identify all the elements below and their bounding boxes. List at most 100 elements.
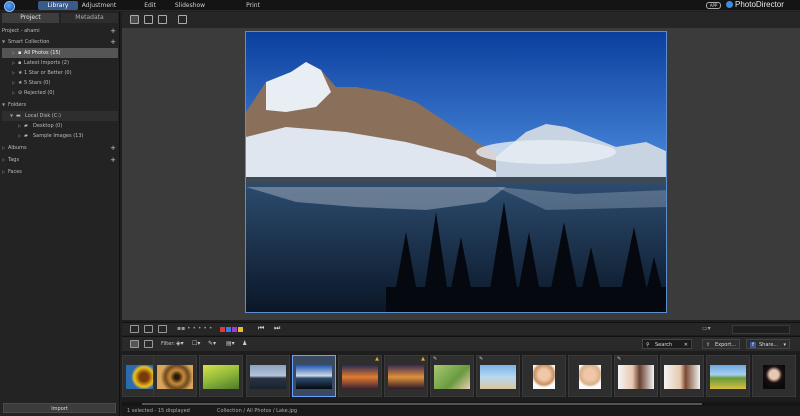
clear-search-icon[interactable]: ✕: [684, 340, 688, 350]
rating-stars-icon[interactable]: ▪▪ • • • • •: [177, 325, 212, 332]
thumbnail-field[interactable]: [199, 355, 243, 397]
tab-edit[interactable]: Edit: [140, 1, 160, 10]
tab-library[interactable]: Library: [38, 1, 78, 10]
thumbnail-woman-lying-2[interactable]: [660, 355, 704, 397]
thumbnail-image: [710, 365, 746, 389]
chevron-down-icon[interactable]: ▾: [783, 340, 786, 350]
tab-print[interactable]: Print: [245, 1, 261, 10]
label-red-icon[interactable]: [220, 327, 225, 332]
app-badge[interactable]: APP: [706, 2, 721, 9]
thumbnail-image: [618, 365, 654, 389]
smart-item-1-star[interactable]: ▷ ★ 1 Star or Better (0): [2, 68, 118, 78]
thumbnail-portrait-1[interactable]: [522, 355, 566, 397]
thumbnail-image: [157, 365, 193, 389]
edited-pencil-icon: ✎: [433, 356, 438, 362]
albums-header[interactable]: ▷ Albums +: [2, 143, 118, 153]
selection-count: 1 selected - 15 displayed: [127, 408, 190, 414]
tags-header[interactable]: ▷ Tags +: [2, 155, 118, 165]
add-album-icon[interactable]: +: [110, 143, 116, 153]
thumbnail-woman-grass[interactable]: ✎: [430, 355, 474, 397]
zoom-menu-icon[interactable]: ▭▾: [702, 325, 711, 332]
import-button[interactable]: Import: [3, 403, 116, 413]
folders-header[interactable]: ▼ Folders: [2, 100, 118, 110]
people-icon[interactable]: ♟: [242, 340, 247, 347]
filter-flag-icon[interactable]: ◈▾: [176, 340, 184, 347]
scrollbar-thumb[interactable]: [142, 403, 702, 405]
compare-view-icon[interactable]: [158, 15, 167, 24]
thumbnail-dark-portrait[interactable]: [752, 355, 796, 397]
layout-triple-icon[interactable]: [158, 325, 167, 333]
grid-view-icon[interactable]: [130, 15, 139, 24]
thumbnail-beach-family[interactable]: ✎: [476, 355, 520, 397]
thumbnail-view-icon[interactable]: [130, 340, 139, 348]
thumbnail-pier[interactable]: [246, 355, 290, 397]
brand-logo-icon: [726, 1, 733, 8]
thumbnail-image: [434, 365, 470, 389]
project-name-row: Project - ahami +: [2, 26, 118, 36]
folder-icon: ▰: [24, 123, 28, 129]
folder-icon: ▰: [24, 133, 28, 139]
filter-sort-icon[interactable]: ▤▾: [226, 340, 235, 347]
add-project-icon[interactable]: +: [110, 26, 116, 36]
label-blue-icon[interactable]: [226, 327, 231, 332]
label-yellow-icon[interactable]: [238, 327, 243, 332]
main-photo[interactable]: [245, 31, 667, 313]
thumbnail-lake-selected[interactable]: [292, 355, 336, 397]
smart-item-rejected[interactable]: ▷ ⊘ Rejected (0): [2, 88, 118, 98]
label-purple-icon[interactable]: [232, 327, 237, 332]
brand-title: PhotoDirector: [726, 0, 784, 9]
folder-local-disk[interactable]: ▼ ▬ Local Disk (C:): [2, 111, 118, 121]
thumbnail-image: [664, 365, 700, 389]
thumbnail-sunset-2[interactable]: ▲: [384, 355, 428, 397]
filter-label: Filter:: [161, 341, 175, 347]
edited-pencil-icon: ✎: [479, 356, 484, 362]
layout-single-icon[interactable]: [130, 325, 139, 333]
share-button[interactable]: f Share... ▾: [746, 339, 790, 349]
layout-double-icon[interactable]: [144, 325, 153, 333]
folder-sample-images[interactable]: ▷ ▰ Sample Images (13): [2, 131, 118, 141]
status-bar: 1 selected - 15 displayed Collection / A…: [122, 406, 800, 416]
smart-item-5-stars[interactable]: ▷ ★ 5 Stars (0): [2, 78, 118, 88]
zoom-slider[interactable]: [732, 325, 790, 334]
add-smart-collection-icon[interactable]: +: [110, 37, 116, 47]
rotate-right-icon[interactable]: ⏭: [274, 324, 280, 333]
faces-header[interactable]: ▷ Faces: [2, 167, 118, 177]
lake-photo-image: [246, 32, 666, 312]
fullscreen-icon[interactable]: [178, 15, 187, 24]
filter-rating-icon[interactable]: ☐▾: [192, 340, 200, 347]
thumbnail-image: [342, 365, 378, 389]
warning-icon: ▲: [421, 356, 425, 362]
thumbnail-image: [480, 365, 516, 389]
rotate-left-icon[interactable]: ⏮: [258, 324, 264, 333]
thumbnail-image: [203, 365, 239, 389]
tab-project[interactable]: Project: [2, 13, 59, 23]
view-options-bar: ▪▪ • • • • • ⏮ ⏭ ▭▾: [122, 322, 800, 335]
app-logo-icon: [4, 1, 15, 12]
list-view-icon[interactable]: [144, 340, 153, 348]
thumbnail-image: [250, 365, 286, 389]
add-tag-icon[interactable]: +: [110, 155, 116, 165]
folder-desktop[interactable]: ▷ ▰ Desktop (0): [2, 121, 118, 131]
thumbnail-spiral[interactable]: [153, 355, 197, 397]
smart-collection-header[interactable]: ▼ Smart Collection +: [2, 37, 118, 47]
thumbnail-portrait-2[interactable]: [568, 355, 612, 397]
thumbnail-image: [763, 365, 785, 389]
filter-edit-icon[interactable]: ✎▾: [208, 340, 216, 347]
thumbnail-woman-lying-1[interactable]: ✎: [614, 355, 658, 397]
filmstrip: ▲ ▲ ✎ ✎ ✎: [122, 351, 800, 402]
smart-item-all-photos[interactable]: ▷ ▪ All Photos (15): [2, 48, 118, 58]
thumbnail-meadow[interactable]: [706, 355, 750, 397]
tab-metadata[interactable]: Metadata: [61, 13, 118, 23]
thumbnail-image: [296, 365, 332, 389]
current-path: Collection / All Photos / Lake.jpg: [217, 408, 298, 414]
thumbnail-sunset-1[interactable]: ▲: [338, 355, 382, 397]
thumbnail-image: [579, 365, 601, 389]
tab-slideshow[interactable]: Slideshow: [172, 1, 208, 10]
export-button[interactable]: ⇪ Export...: [702, 339, 740, 349]
search-input[interactable]: ⚲ Search ✕: [642, 339, 692, 349]
smart-item-latest-imports[interactable]: ▷ ▪ Latest Imports (2): [2, 58, 118, 68]
tab-adjustment[interactable]: Adjustment: [80, 1, 118, 10]
left-panel: Project Metadata Project - ahami + ▼ Smar…: [0, 12, 120, 416]
single-view-icon[interactable]: [144, 15, 153, 24]
view-toolbar: [122, 12, 800, 28]
